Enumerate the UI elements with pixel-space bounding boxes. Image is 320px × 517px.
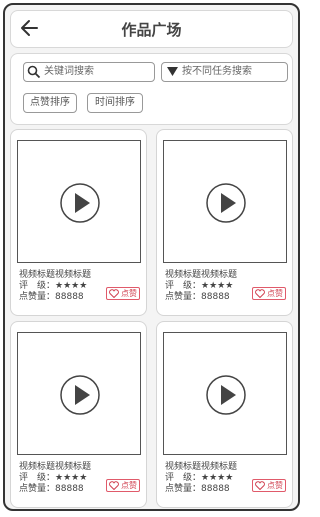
heart-icon — [109, 289, 119, 298]
heart-icon — [255, 481, 265, 490]
likes-label: 点赞量： — [19, 292, 56, 302]
like-button-label: 点赞 — [121, 481, 137, 490]
page-title: 作品广场 — [121, 21, 182, 39]
filter-panel: 关键词搜索 按不同任务搜索 点赞排序 时间排序 — [10, 53, 293, 125]
video-card[interactable]: 视频标题视频标题 评 级：★★★★ 点赞量：88888 点赞 — [156, 321, 293, 508]
video-card[interactable]: 视频标题视频标题 评 级：★★★★ 点赞量：88888 点赞 — [156, 129, 293, 316]
search-icon — [27, 65, 41, 79]
like-button[interactable]: 点赞 — [106, 479, 140, 492]
search-input[interactable]: 关键词搜索 — [23, 62, 155, 82]
like-button[interactable]: 点赞 — [252, 287, 286, 300]
likes-label: 点赞量： — [19, 484, 56, 494]
video-thumbnail[interactable] — [17, 140, 141, 263]
likes-row: 点赞量：88888 — [19, 481, 84, 494]
like-button[interactable]: 点赞 — [106, 287, 140, 300]
phone-frame: 作品广场 关键词搜索 按不同任务搜索 点赞排序 时间排序 视频标题视频标题 评 … — [3, 3, 300, 511]
play-icon[interactable] — [204, 181, 248, 225]
task-filter-dropdown[interactable]: 按不同任务搜索 — [161, 62, 288, 82]
sort-by-time-button[interactable]: 时间排序 — [87, 93, 143, 113]
likes-count: 88888 — [201, 484, 230, 494]
play-icon[interactable] — [58, 181, 102, 225]
video-card[interactable]: 视频标题视频标题 评 级：★★★★ 点赞量：88888 点赞 — [10, 129, 147, 316]
top-bar: 作品广场 — [10, 10, 293, 48]
likes-row: 点赞量：88888 — [19, 289, 84, 302]
sort-by-likes-button[interactable]: 点赞排序 — [23, 93, 77, 113]
heart-icon — [109, 481, 119, 490]
heart-icon — [255, 289, 265, 298]
play-icon[interactable] — [204, 373, 248, 417]
video-thumbnail[interactable] — [163, 332, 287, 455]
likes-count: 88888 — [201, 292, 230, 302]
likes-label: 点赞量： — [165, 292, 202, 302]
like-button-label: 点赞 — [121, 289, 137, 298]
likes-count: 88888 — [55, 292, 84, 302]
video-thumbnail[interactable] — [163, 140, 287, 263]
likes-label: 点赞量： — [165, 484, 202, 494]
likes-row: 点赞量：88888 — [165, 289, 230, 302]
like-button[interactable]: 点赞 — [252, 479, 286, 492]
play-icon[interactable] — [58, 373, 102, 417]
video-card[interactable]: 视频标题视频标题 评 级：★★★★ 点赞量：88888 点赞 — [10, 321, 147, 508]
like-button-label: 点赞 — [267, 481, 283, 490]
video-thumbnail[interactable] — [17, 332, 141, 455]
task-filter-label: 按不同任务搜索 — [182, 66, 252, 77]
likes-count: 88888 — [55, 484, 84, 494]
like-button-label: 点赞 — [267, 289, 283, 298]
likes-row: 点赞量：88888 — [165, 481, 230, 494]
triangle-down-icon — [167, 67, 178, 76]
search-placeholder: 关键词搜索 — [44, 66, 94, 77]
